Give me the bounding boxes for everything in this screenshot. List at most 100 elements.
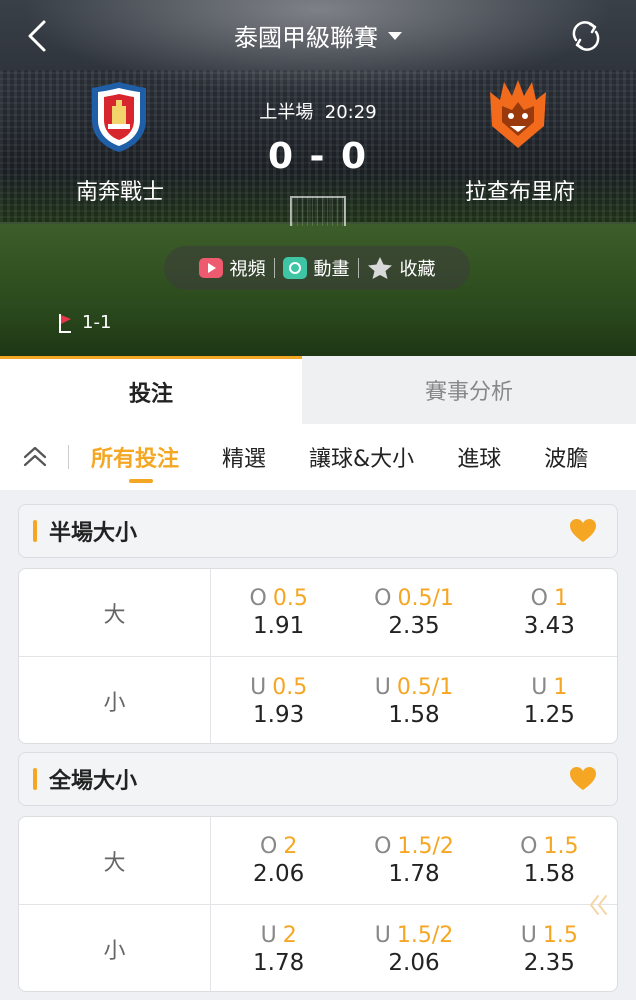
- home-team-name[interactable]: 南奔戰士: [40, 174, 200, 206]
- collapse-up-icon[interactable]: [18, 440, 52, 474]
- away-team-name[interactable]: 拉查布里府: [440, 174, 600, 206]
- odds-price: 2.06: [388, 949, 440, 976]
- row-label: 小: [19, 905, 211, 991]
- match-score: 0 - 0: [267, 136, 369, 177]
- odds-row-over: 大 O 0.5 1.91 O 0.5/1 2.35 O1 3.43: [19, 569, 617, 657]
- line-prefix: U: [250, 674, 267, 700]
- tab-analysis[interactable]: 賽事分析: [302, 356, 636, 424]
- odds-price: 1.91: [253, 613, 305, 639]
- market-title: 半場大小: [49, 521, 138, 546]
- favorite-label: 收藏: [399, 259, 436, 280]
- line-prefix: O: [520, 834, 538, 859]
- odds-price: 1.78: [388, 861, 440, 887]
- line-prefix: O: [249, 586, 267, 611]
- odds-row-under: 小 U2 1.78 U 1.5/2 2.06 U 1.5 2.35: [19, 905, 617, 991]
- odds-cell[interactable]: U 0.5 1.93: [211, 657, 346, 743]
- row-label: 小: [19, 657, 211, 743]
- handicap-line: 2: [282, 922, 297, 948]
- animation-icon: [282, 257, 307, 279]
- subtab-goals[interactable]: 進球: [457, 441, 501, 473]
- odds-cell[interactable]: U 1.5 2.35: [482, 905, 617, 991]
- favorite-button[interactable]: 收藏: [359, 255, 444, 281]
- odds-price: 2.35: [523, 949, 575, 976]
- subtab-handicap-total[interactable]: 讓球&大小: [309, 441, 414, 473]
- odds-cell[interactable]: O1 3.43: [482, 569, 617, 656]
- odds-price: 1.58: [523, 861, 575, 887]
- line-prefix: U: [260, 922, 277, 948]
- corner-count: 1-1: [58, 312, 111, 333]
- line-prefix: O: [374, 834, 392, 859]
- star-icon: [367, 257, 392, 279]
- heart-icon[interactable]: [569, 766, 597, 792]
- odds-cell[interactable]: O 1.5/2 1.78: [346, 817, 481, 904]
- line-prefix: U: [374, 922, 391, 948]
- handicap-line: 1.5: [543, 834, 579, 859]
- corner-flag-icon: [59, 313, 71, 333]
- row-label: 大: [19, 817, 211, 904]
- subtab-correct-score[interactable]: 波膽: [544, 441, 588, 473]
- odds-cell[interactable]: U1 1.25: [482, 657, 617, 743]
- handicap-line: 0.5: [272, 674, 308, 700]
- animation-label: 動畫: [313, 259, 350, 280]
- chevron-down-icon: [388, 31, 402, 40]
- odds-table-half-total: 大 O 0.5 1.91 O 0.5/1 2.35 O1 3.43 小 U 0.5 1…: [18, 568, 618, 744]
- odds-cell[interactable]: O 1.5 1.58: [482, 817, 617, 904]
- handicap-line: 1: [553, 586, 568, 611]
- handicap-line: 1.5/2: [397, 834, 454, 859]
- odds-cell[interactable]: U 0.5/1 1.58: [346, 657, 481, 743]
- heart-icon[interactable]: [569, 518, 597, 544]
- odds-price: 1.58: [388, 701, 440, 728]
- video-label: 視頻: [229, 259, 266, 280]
- odds-cell[interactable]: O2 2.06: [211, 817, 346, 904]
- odds-price: 2.06: [253, 861, 305, 887]
- tab-bet[interactable]: 投注: [0, 356, 302, 424]
- odds-cell[interactable]: O 0.5/1 2.35: [346, 569, 481, 656]
- market-header-full-total[interactable]: 全場大小: [18, 752, 618, 806]
- subtab-featured[interactable]: 精選: [222, 441, 266, 473]
- odds-price: 1.78: [253, 949, 305, 976]
- odds-row-under: 小 U 0.5 1.93 U 0.5/1 1.58 U1 1.25: [19, 657, 617, 743]
- odds-cell[interactable]: U 1.5/2 2.06: [346, 905, 481, 991]
- handicap-line: 1.5/2: [396, 922, 454, 948]
- corner-value: 1-1: [82, 312, 112, 333]
- animation-button[interactable]: 動畫: [275, 255, 358, 281]
- odds-price: 3.43: [523, 613, 575, 639]
- bet-category-tabs: 所有投注 精選 讓球&大小 進球 波膽: [0, 424, 636, 490]
- line-prefix: U: [374, 674, 391, 700]
- double-chevron-left-icon[interactable]: [588, 892, 610, 918]
- match-header: 泰國甲級聯賽 南奔戰士 拉查布里府 上半場 20:29 0 - 0 視頻 動畫 …: [0, 0, 636, 356]
- media-actions: 視頻 動畫 收藏: [164, 246, 470, 290]
- accent-bar: [33, 520, 37, 542]
- main-tabs: 投注 賽事分析: [0, 356, 636, 424]
- period-label: 上半場: [259, 102, 314, 123]
- odds-price: 2.35: [388, 613, 440, 639]
- line-prefix: U: [531, 674, 548, 700]
- handicap-line: 1.5: [542, 922, 578, 948]
- match-clock: 20:29: [324, 102, 377, 123]
- goal-background: [290, 196, 346, 226]
- accent-bar: [33, 768, 37, 790]
- line-prefix: O: [374, 586, 392, 611]
- line-prefix: U: [520, 922, 537, 948]
- handicap-line: 1: [553, 674, 568, 700]
- away-team-crest-icon[interactable]: [486, 78, 550, 152]
- odds-table-full-total: 大 O2 2.06 O 1.5/2 1.78 O 1.5 1.58 小 U2 1.7…: [18, 816, 618, 992]
- odds-price: 1.25: [523, 701, 575, 728]
- refresh-icon[interactable]: [568, 18, 604, 54]
- video-icon: [198, 258, 223, 278]
- home-team-crest-icon[interactable]: [88, 80, 150, 154]
- line-prefix: O: [260, 834, 278, 859]
- odds-cell[interactable]: O 0.5 1.91: [211, 569, 346, 656]
- handicap-line: 0.5/1: [396, 674, 454, 700]
- odds-cell[interactable]: U2 1.78: [211, 905, 346, 991]
- handicap-line: 2: [283, 834, 298, 859]
- handicap-line: 0.5: [272, 586, 308, 611]
- subtab-all-bets[interactable]: 所有投注: [91, 441, 179, 483]
- league-title: 泰國甲級聯賽: [234, 24, 378, 52]
- market-header-half-total[interactable]: 半場大小: [18, 504, 618, 558]
- market-title: 全場大小: [49, 769, 138, 794]
- video-button[interactable]: 視頻: [191, 255, 274, 281]
- match-period: 上半場 20:29: [218, 98, 418, 124]
- line-prefix: O: [530, 586, 548, 611]
- league-selector[interactable]: 泰國甲級聯賽: [0, 18, 636, 53]
